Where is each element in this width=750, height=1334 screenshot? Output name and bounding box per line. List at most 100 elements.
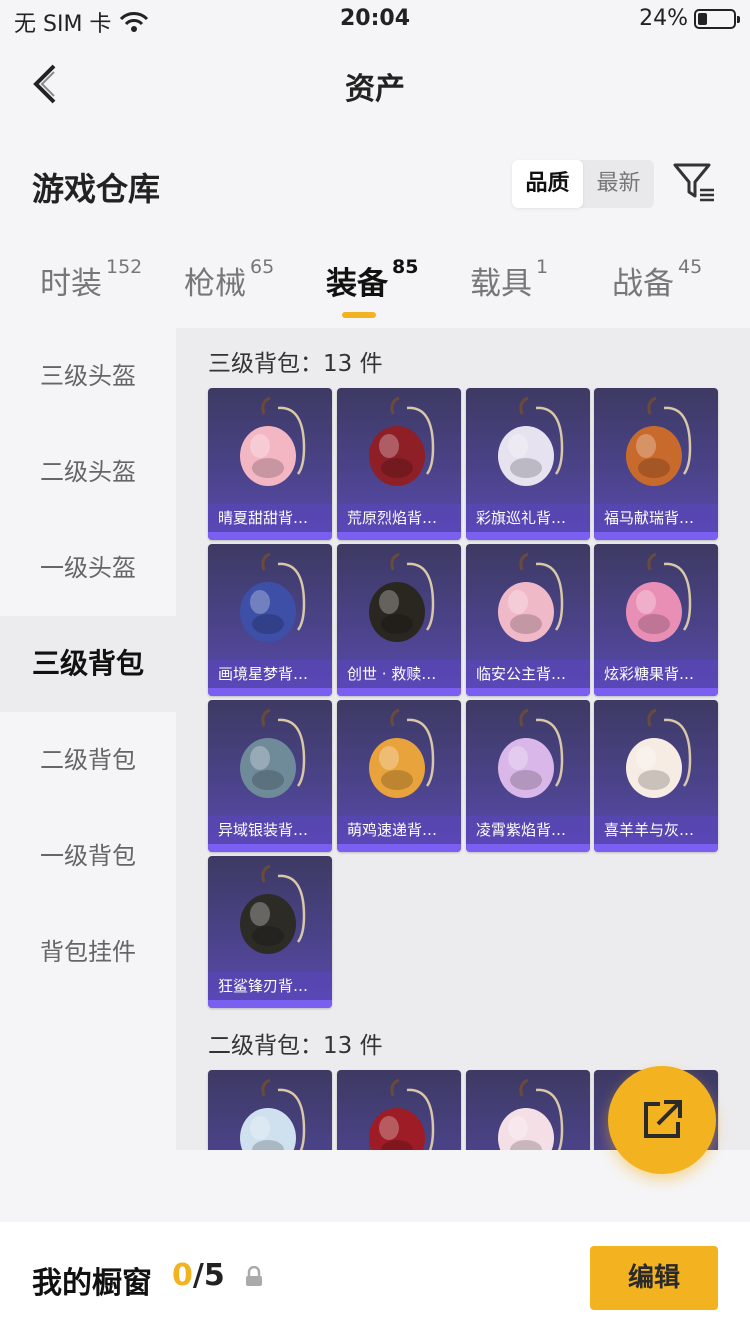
lock-icon bbox=[246, 1266, 262, 1286]
item-name: 狂鲨锋刃背… bbox=[208, 972, 332, 1000]
subcategory-sidebar: 三级头盔 二级头盔 一级头盔 三级背包 二级背包 一级背包 背包挂件 bbox=[0, 328, 176, 1148]
battery-percent: 24% bbox=[639, 6, 688, 31]
backpack-item-card[interactable]: 晴夏甜甜背… bbox=[208, 388, 332, 540]
share-export-icon bbox=[644, 1100, 682, 1138]
item-name: 异域银装背… bbox=[208, 816, 332, 844]
sidebar-item-level2-backpack[interactable]: 二级背包 bbox=[0, 712, 176, 808]
rarity-bar bbox=[466, 688, 590, 696]
backpack-image bbox=[626, 552, 692, 642]
item-name: 荒原烈焰背… bbox=[337, 504, 461, 532]
tab-label: 枪械 bbox=[184, 266, 246, 302]
sort-latest-button[interactable]: 最新 bbox=[583, 160, 654, 208]
rarity-bar bbox=[208, 532, 332, 540]
backpack-image bbox=[369, 1078, 435, 1150]
item-name: 萌鸡速递背… bbox=[337, 816, 461, 844]
rarity-bar bbox=[208, 688, 332, 696]
rarity-bar bbox=[337, 532, 461, 540]
rarity-bar bbox=[208, 844, 332, 852]
tab-fashion[interactable]: 时装 152 bbox=[40, 256, 143, 303]
item-name: 画境星梦背… bbox=[208, 660, 332, 688]
tab-supplies[interactable]: 战备 45 bbox=[612, 256, 703, 303]
item-name: 凌霄紫焰背… bbox=[466, 816, 590, 844]
page-title: 资产 bbox=[345, 72, 405, 107]
rarity-bar bbox=[466, 844, 590, 852]
backpack-item-card[interactable]: 异域银装背… bbox=[208, 700, 332, 852]
backpack-item-card[interactable]: 萌鸡速递背… bbox=[337, 700, 461, 852]
backpack-image bbox=[240, 708, 306, 798]
sidebar-item-level1-backpack[interactable]: 一级背包 bbox=[0, 808, 176, 904]
warehouse-title: 游戏仓库 bbox=[32, 170, 161, 208]
item-name: 炫彩糖果背… bbox=[594, 660, 718, 688]
sidebar-item-backpack-charm[interactable]: 背包挂件 bbox=[0, 904, 176, 1000]
tab-label: 时装 bbox=[40, 266, 102, 302]
tab-vehicles[interactable]: 载具 1 bbox=[470, 256, 549, 303]
backpack-image bbox=[240, 864, 306, 954]
tab-label: 战备 bbox=[612, 266, 674, 302]
clock: 20:04 bbox=[339, 6, 411, 31]
tab-firearms[interactable]: 枪械 65 bbox=[184, 256, 275, 303]
category-tabs: 时装 152 枪械 65 装备 85 载具 1 战备 45 bbox=[0, 256, 750, 328]
sidebar-item-level2-helmet[interactable]: 二级头盔 bbox=[0, 424, 176, 520]
item-grid-area: 三级背包：13 件晴夏甜甜背… 荒原烈焰背… 彩旗巡礼背… 福马献瑞背… 画境星梦背… 创… bbox=[176, 328, 750, 1150]
group-title: 三级背包：13 件 bbox=[208, 351, 383, 377]
backpack-item-card[interactable]: 创世 · 救赎… bbox=[337, 544, 461, 696]
rarity-bar bbox=[594, 844, 718, 852]
tab-count: 1 bbox=[536, 256, 549, 278]
sidebar-item-level1-helmet[interactable]: 一级头盔 bbox=[0, 520, 176, 616]
backpack-item-card[interactable]: 画境星梦背… bbox=[208, 544, 332, 696]
filter-icon[interactable] bbox=[672, 160, 716, 204]
backpack-image bbox=[626, 396, 692, 486]
warehouse-header: 游戏仓库 品质 最新 bbox=[0, 158, 750, 210]
backpack-image bbox=[369, 708, 435, 798]
tab-count: 152 bbox=[106, 256, 143, 278]
sidebar-item-level3-backpack[interactable]: 三级背包 bbox=[0, 616, 176, 712]
backpack-item-card[interactable] bbox=[337, 1070, 461, 1150]
rarity-bar bbox=[594, 688, 718, 696]
backpack-item-card[interactable]: 喜羊羊与灰… bbox=[594, 700, 718, 852]
backpack-item-card[interactable]: 狂鲨锋刃背… bbox=[208, 856, 332, 1008]
showcase-current: 0 bbox=[172, 1258, 193, 1293]
rarity-bar bbox=[466, 532, 590, 540]
group-title: 二级背包：13 件 bbox=[208, 1033, 383, 1059]
showcase-title: 我的橱窗 bbox=[32, 1266, 152, 1301]
backpack-image bbox=[369, 396, 435, 486]
battery-icon bbox=[694, 8, 740, 29]
item-name: 喜羊羊与灰… bbox=[594, 816, 718, 844]
backpack-item-card[interactable] bbox=[208, 1070, 332, 1150]
nav-bar: 资产 bbox=[0, 48, 750, 120]
backpack-image bbox=[626, 708, 692, 798]
tab-count: 65 bbox=[250, 256, 275, 278]
rarity-bar bbox=[337, 844, 461, 852]
tab-count: 45 bbox=[678, 256, 703, 278]
tab-label: 装备 bbox=[326, 266, 388, 302]
tab-equipment[interactable]: 装备 85 bbox=[326, 256, 419, 303]
backpack-image bbox=[369, 552, 435, 642]
backpack-item-card[interactable]: 炫彩糖果背… bbox=[594, 544, 718, 696]
backpack-item-card[interactable]: 彩旗巡礼背… bbox=[466, 388, 590, 540]
active-tab-indicator bbox=[342, 312, 376, 318]
item-name: 晴夏甜甜背… bbox=[208, 504, 332, 532]
battery-area: 24% bbox=[639, 6, 740, 31]
backpack-item-card[interactable]: 临安公主背… bbox=[466, 544, 590, 696]
sidebar-item-level3-helmet[interactable]: 三级头盔 bbox=[0, 328, 176, 424]
item-name: 彩旗巡礼背… bbox=[466, 504, 590, 532]
backpack-item-card[interactable]: 福马献瑞背… bbox=[594, 388, 718, 540]
rarity-bar bbox=[337, 688, 461, 696]
backpack-image bbox=[498, 552, 564, 642]
showcase-bar: 我的橱窗 0/5 编辑 bbox=[0, 1222, 750, 1334]
share-fab-button[interactable] bbox=[608, 1066, 716, 1174]
backpack-image bbox=[240, 1078, 306, 1150]
backpack-image bbox=[240, 396, 306, 486]
backpack-item-card[interactable] bbox=[466, 1070, 590, 1150]
tab-count: 85 bbox=[392, 256, 419, 278]
backpack-item-card[interactable]: 荒原烈焰背… bbox=[337, 388, 461, 540]
backpack-image bbox=[498, 708, 564, 798]
backpack-image bbox=[498, 396, 564, 486]
edit-button[interactable]: 编辑 bbox=[590, 1246, 718, 1310]
backpack-item-card[interactable]: 凌霄紫焰背… bbox=[466, 700, 590, 852]
tab-label: 载具 bbox=[470, 266, 532, 302]
sort-toggle: 品质 最新 bbox=[512, 160, 654, 208]
item-name: 临安公主背… bbox=[466, 660, 590, 688]
backpack-image bbox=[240, 552, 306, 642]
sort-quality-button[interactable]: 品质 bbox=[512, 160, 583, 208]
